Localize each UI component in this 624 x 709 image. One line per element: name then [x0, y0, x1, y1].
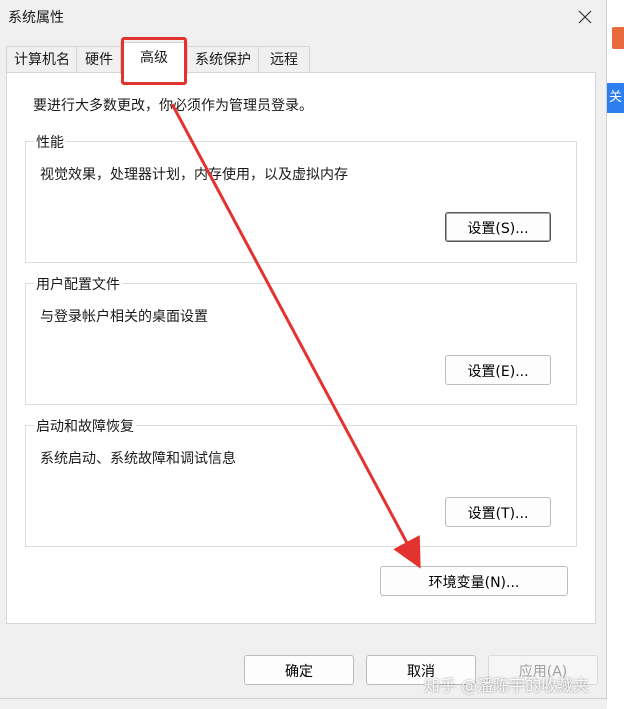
tab-hardware[interactable]: 硬件 [76, 46, 122, 73]
close-button[interactable] [570, 2, 600, 32]
performance-title: 性能 [34, 132, 66, 152]
ok-button[interactable]: 确定 [244, 655, 354, 685]
system-properties-dialog: 系统属性 计算机名 硬件 高级 系统保护 远程 要进行大多数更改，你必须作为管理… [0, 0, 607, 699]
tab-system-protection[interactable]: 系统保护 [186, 46, 260, 73]
startup-recovery-desc: 系统启动、系统故障和调试信息 [40, 451, 236, 467]
environment-variables-button[interactable]: 环境变量(N)... [380, 566, 568, 596]
performance-desc: 视觉效果，处理器计划，内存使用，以及虚拟内存 [40, 167, 348, 183]
startup-recovery-group: 启动和故障恢复 系统启动、系统故障和调试信息 设置(T)... [25, 416, 577, 547]
user-profiles-settings-button[interactable]: 设置(E)... [445, 355, 551, 385]
app-logo-icon [612, 27, 624, 49]
startup-recovery-title: 启动和故障恢复 [34, 416, 136, 436]
user-profiles-group: 用户配置文件 与登录帐户相关的桌面设置 设置(E)... [25, 274, 577, 405]
tab-remote[interactable]: 远程 [258, 46, 310, 73]
side-tab-label: 关 [607, 83, 624, 113]
title-bar: 系统属性 [0, 0, 606, 34]
user-profiles-title: 用户配置文件 [34, 274, 122, 294]
watermark: 知乎 @潘陈宇的收藏夹 [424, 676, 590, 695]
tab-computer-name[interactable]: 计算机名 [6, 46, 78, 73]
user-profiles-desc: 与登录帐户相关的桌面设置 [40, 309, 208, 325]
admin-notice: 要进行大多数更改，你必须作为管理员登录。 [33, 98, 313, 114]
window-title: 系统属性 [8, 10, 64, 26]
annotation-highlight-box [121, 37, 187, 85]
advanced-panel: 要进行大多数更改，你必须作为管理员登录。 性能 视觉效果，处理器计划，内存使用，… [6, 72, 596, 624]
performance-settings-button[interactable]: 设置(S)... [445, 212, 551, 242]
close-icon [578, 10, 592, 24]
performance-group: 性能 视觉效果，处理器计划，内存使用，以及虚拟内存 设置(S)... [25, 132, 577, 263]
startup-recovery-settings-button[interactable]: 设置(T)... [445, 497, 551, 527]
